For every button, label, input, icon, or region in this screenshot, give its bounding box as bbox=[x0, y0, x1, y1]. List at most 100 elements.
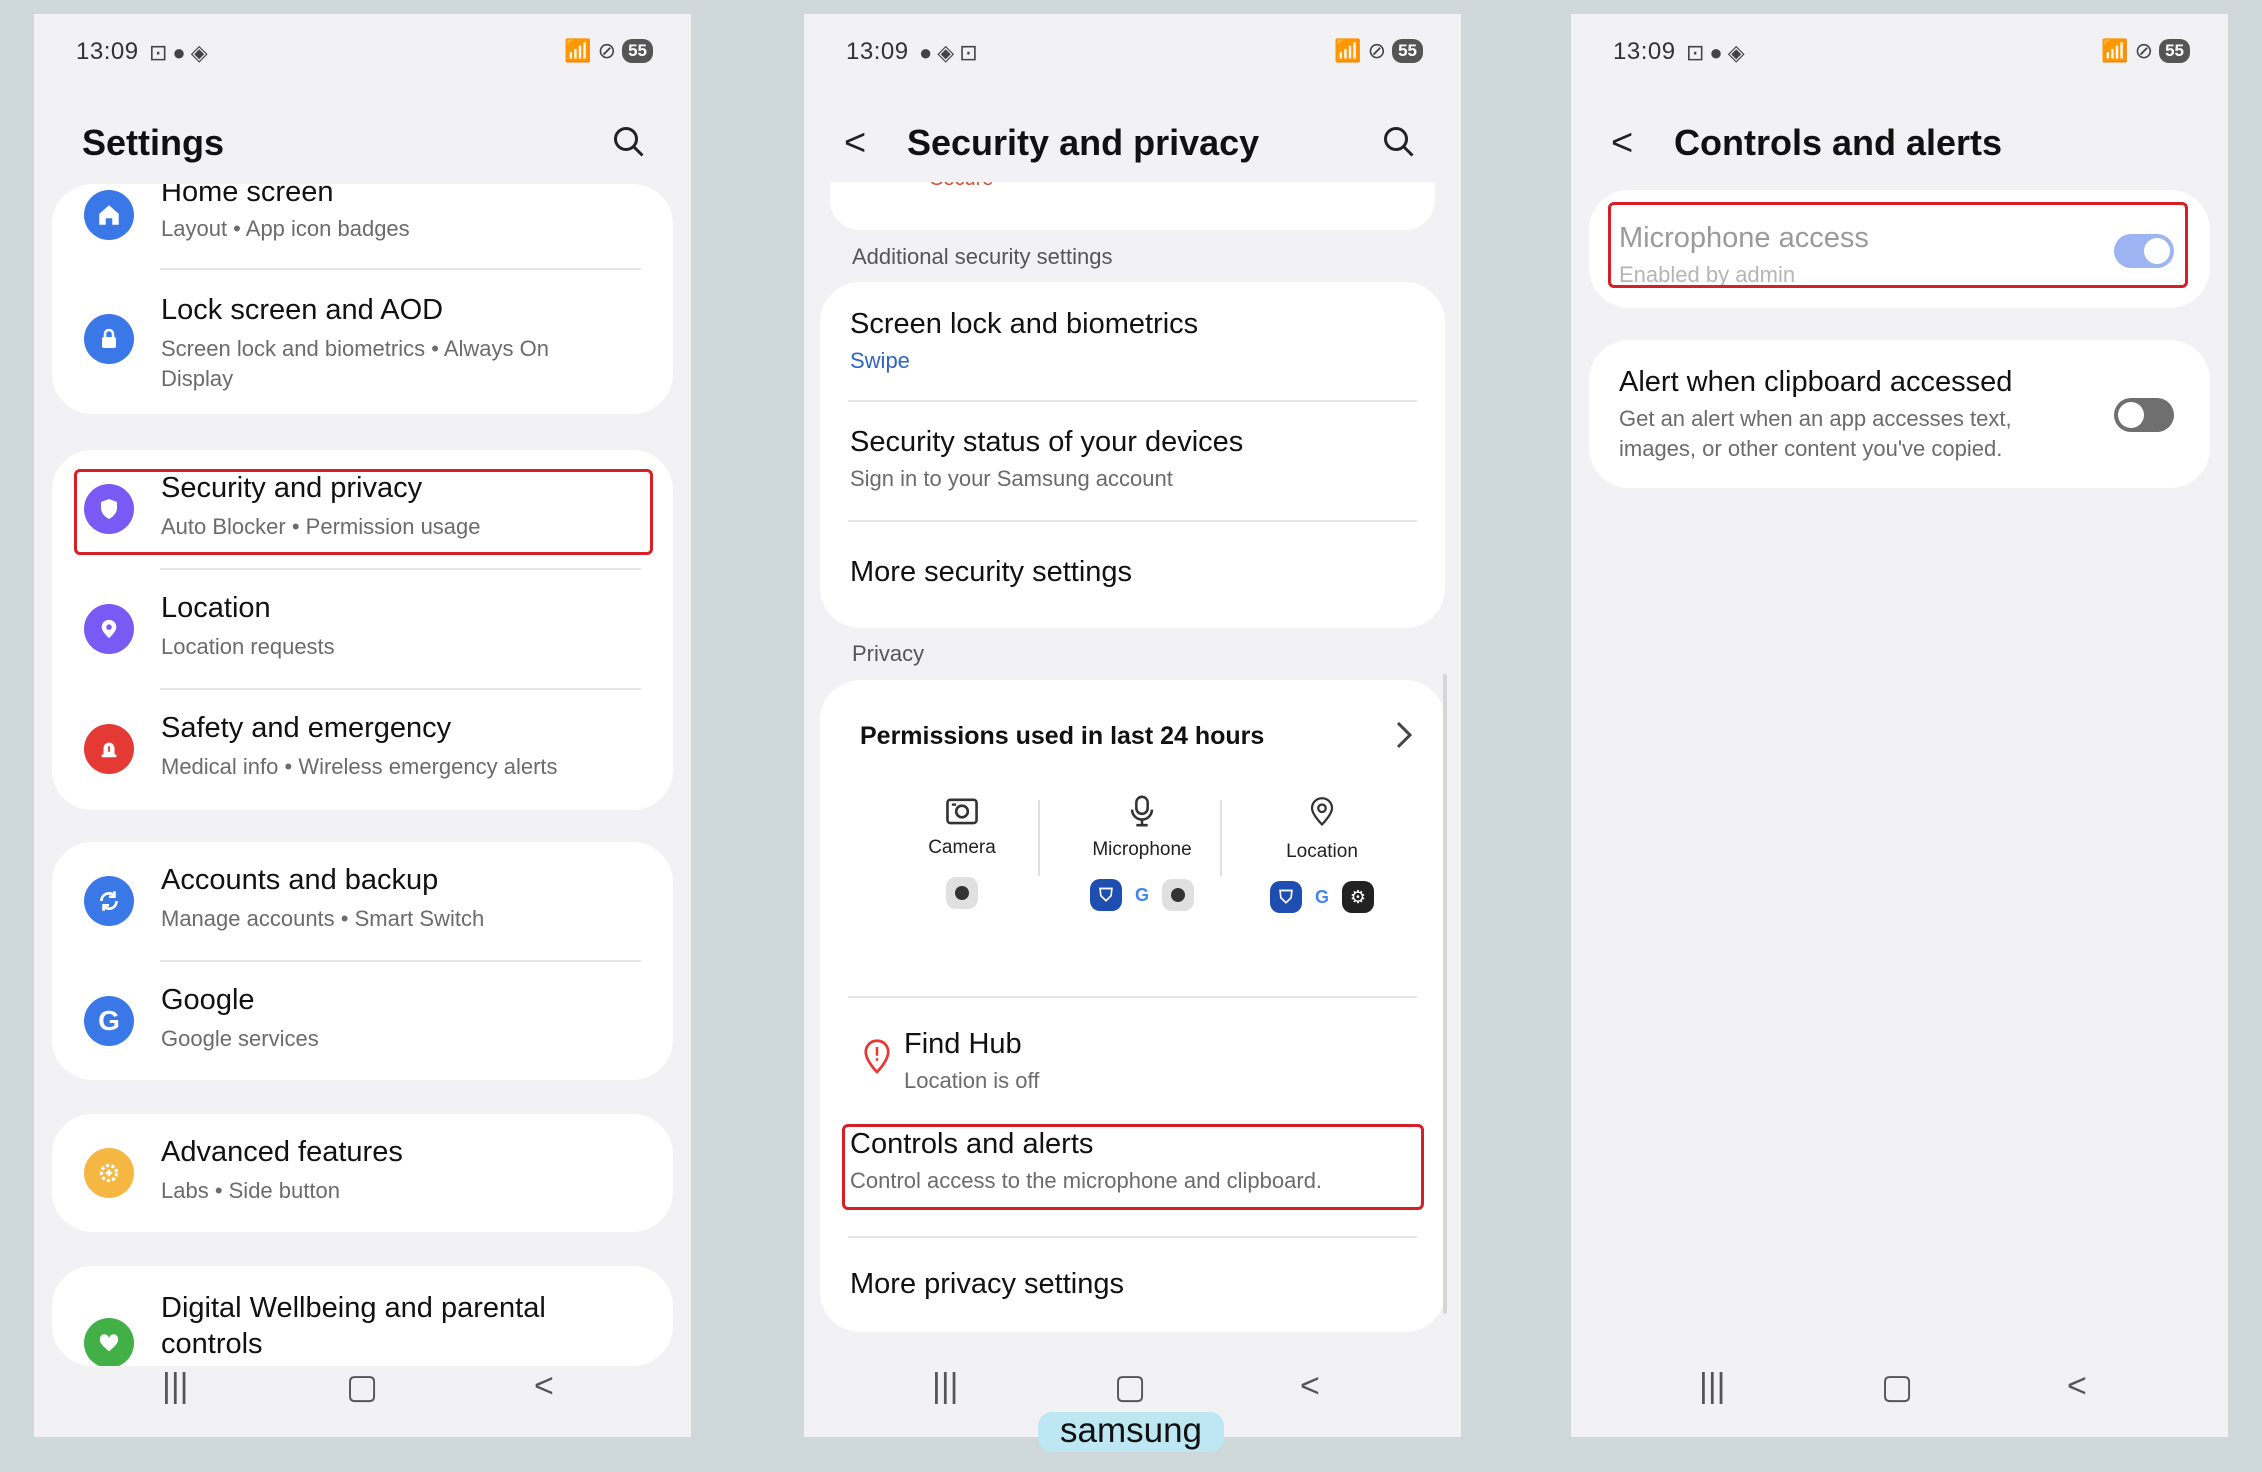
back-button[interactable]: < bbox=[2067, 1367, 2087, 1406]
app-bar: < Controls and alerts bbox=[1571, 114, 2228, 174]
heart-icon bbox=[84, 1318, 134, 1366]
find-hub-icon bbox=[864, 1039, 890, 1074]
status-time: 13:09 bbox=[1613, 38, 1676, 65]
siren-icon bbox=[84, 724, 134, 774]
home-button[interactable]: ▢ bbox=[1881, 1367, 1913, 1407]
brand-logo: samsung bbox=[1038, 1412, 1224, 1452]
highlight-security-privacy bbox=[74, 469, 653, 555]
permissions-title: Permissions used in last 24 hours bbox=[860, 722, 1265, 750]
settings-item-digital-wellbeing[interactable]: Digital Wellbeing and parental controls bbox=[52, 1266, 673, 1366]
settings-item-title: Advanced features bbox=[161, 1136, 403, 1168]
recent-apps-button[interactable]: ||| bbox=[162, 1367, 189, 1406]
clipboard-alert-toggle[interactable] bbox=[2114, 398, 2174, 432]
do-not-disturb-icon: ⊘ bbox=[2134, 38, 2154, 63]
battery-icon: 55 bbox=[622, 39, 653, 63]
controls-alerts-screen: 13:09 ⊡●◈ 📶 ⊘ 55 < Controls and alerts M… bbox=[1571, 14, 2228, 1437]
status-notification-icons: ●◈⊡ bbox=[919, 40, 983, 65]
settings-app-icon: ⚙ bbox=[1342, 881, 1374, 913]
partial-status-text: Secure bbox=[930, 182, 993, 191]
security-privacy-screen: 13:09 ●◈⊡ 📶 ⊘ 55 < Security and privacy … bbox=[804, 14, 1461, 1437]
home-button[interactable]: ▢ bbox=[1114, 1367, 1146, 1407]
permission-camera[interactable]: Camera bbox=[882, 794, 1042, 909]
search-icon[interactable] bbox=[1381, 124, 1417, 160]
nav-bar: ||| ▢ < bbox=[34, 1367, 691, 1407]
status-notification-icons: ⊡●◈ bbox=[149, 40, 213, 65]
settings-card-display: Home screen Layout • App icon badges Loc… bbox=[52, 184, 673, 414]
settings-item-subtitle: Screen lock and biometrics • Always On D… bbox=[161, 336, 549, 391]
settings-item-google[interactable]: G Google Google services bbox=[52, 962, 673, 1080]
item-subtitle: Location is off bbox=[904, 1068, 1040, 1093]
location-pin-icon bbox=[84, 604, 134, 654]
item-title: Screen lock and biometrics bbox=[850, 308, 1199, 340]
back-arrow-icon[interactable]: < bbox=[844, 122, 866, 165]
settings-item-title: Safety and emergency bbox=[161, 712, 452, 744]
item-find-hub[interactable]: Find Hub Location is off bbox=[820, 998, 1445, 1114]
permission-apps: ⛉ G ⚙ bbox=[1242, 881, 1402, 913]
settings-item-subtitle: Labs • Side button bbox=[161, 1178, 340, 1203]
back-arrow-icon[interactable]: < bbox=[1611, 122, 1633, 165]
settings-item-title: Home screen bbox=[161, 184, 334, 208]
settings-card-accounts: Accounts and backup Manage accounts • Sm… bbox=[52, 842, 673, 1080]
item-more-privacy-settings[interactable]: More privacy settings bbox=[820, 1238, 1445, 1332]
wifi-icon: 📶 bbox=[564, 38, 592, 63]
search-icon[interactable] bbox=[611, 124, 647, 160]
battery-icon: 55 bbox=[1392, 39, 1423, 63]
item-title: Find Hub bbox=[904, 1028, 1022, 1060]
settings-item-advanced-features[interactable]: Advanced features Labs • Side button bbox=[52, 1114, 673, 1232]
item-title: Security status of your devices bbox=[850, 426, 1244, 458]
item-security-status-devices[interactable]: Security status of your devices Sign in … bbox=[820, 402, 1445, 520]
divider bbox=[1220, 800, 1222, 876]
partial-card-top: Secure bbox=[830, 182, 1435, 230]
nav-bar: ||| ▢ < bbox=[1571, 1367, 2228, 1407]
clipboard-alert-card: Alert when clipboard accessed Get an ale… bbox=[1589, 340, 2210, 488]
home-button[interactable]: ▢ bbox=[346, 1367, 378, 1407]
recent-apps-button[interactable]: ||| bbox=[932, 1367, 959, 1406]
status-bar: 13:09 ●◈⊡ 📶 ⊘ 55 bbox=[804, 38, 1461, 70]
scrollbar[interactable] bbox=[1443, 674, 1447, 1314]
battery-icon: 55 bbox=[2159, 39, 2190, 63]
page-title: Controls and alerts bbox=[1674, 122, 2003, 163]
item-more-security-settings[interactable]: More security settings bbox=[820, 522, 1445, 628]
settings-item-subtitle: Location requests bbox=[161, 634, 335, 659]
permissions-used-header[interactable]: Permissions used in last 24 hours bbox=[820, 680, 1445, 760]
permission-location[interactable]: Location ⛉ G ⚙ bbox=[1242, 794, 1402, 913]
lock-icon bbox=[84, 314, 134, 364]
privacy-card: Permissions used in last 24 hours Camera… bbox=[820, 680, 1445, 1332]
status-notification-icons: ⊡●◈ bbox=[1686, 40, 1750, 65]
permission-label: Location bbox=[1286, 841, 1358, 862]
recent-apps-button[interactable]: ||| bbox=[1699, 1367, 1726, 1406]
chevron-right-icon bbox=[1396, 721, 1413, 749]
status-time: 13:09 bbox=[76, 38, 139, 65]
wifi-icon: 📶 bbox=[2101, 38, 2129, 63]
section-label-privacy: Privacy bbox=[852, 641, 925, 666]
status-right-icons: 📶 ⊘ 55 bbox=[1334, 38, 1423, 64]
clipboard-alert-row[interactable]: Alert when clipboard accessed Get an ale… bbox=[1589, 340, 2210, 488]
status-time: 13:09 bbox=[846, 38, 909, 65]
additional-security-card: Screen lock and biometrics Swipe Securit… bbox=[820, 282, 1445, 628]
settings-item-title: Accounts and backup bbox=[161, 864, 439, 896]
nav-bar: ||| ▢ < bbox=[804, 1367, 1461, 1407]
status-right-icons: 📶 ⊘ 55 bbox=[564, 38, 653, 64]
do-not-disturb-icon: ⊘ bbox=[1367, 38, 1387, 63]
shield-app-icon: ⛉ bbox=[1270, 881, 1302, 913]
back-button[interactable]: < bbox=[534, 1367, 554, 1406]
settings-item-accounts-backup[interactable]: Accounts and backup Manage accounts • Sm… bbox=[52, 842, 673, 960]
permission-label: Microphone bbox=[1092, 839, 1192, 860]
item-subtitle: Get an alert when an app accesses text, … bbox=[1619, 406, 2012, 461]
item-screen-lock-biometrics[interactable]: Screen lock and biometrics Swipe bbox=[820, 282, 1445, 396]
app-bar: Settings bbox=[34, 114, 691, 174]
permission-apps bbox=[882, 877, 1042, 909]
google-app-icon: G bbox=[1126, 879, 1158, 911]
permission-microphone[interactable]: Microphone ⛉ G bbox=[1062, 794, 1222, 911]
google-g-icon: G bbox=[84, 996, 134, 1046]
divider bbox=[1038, 800, 1040, 876]
item-title: Alert when clipboard accessed bbox=[1619, 366, 2013, 398]
item-title: More privacy settings bbox=[850, 1268, 1124, 1300]
back-button[interactable]: < bbox=[1300, 1367, 1320, 1406]
settings-item-safety-emergency[interactable]: Safety and emergency Medical info • Wire… bbox=[52, 690, 673, 808]
settings-item-lock-screen[interactable]: Lock screen and AOD Screen lock and biom… bbox=[52, 270, 673, 410]
page-title: Settings bbox=[82, 122, 225, 163]
settings-item-location[interactable]: Location Location requests bbox=[52, 570, 673, 688]
settings-item-home-screen[interactable]: Home screen Layout • App icon badges bbox=[52, 184, 673, 264]
do-not-disturb-icon: ⊘ bbox=[597, 38, 617, 63]
